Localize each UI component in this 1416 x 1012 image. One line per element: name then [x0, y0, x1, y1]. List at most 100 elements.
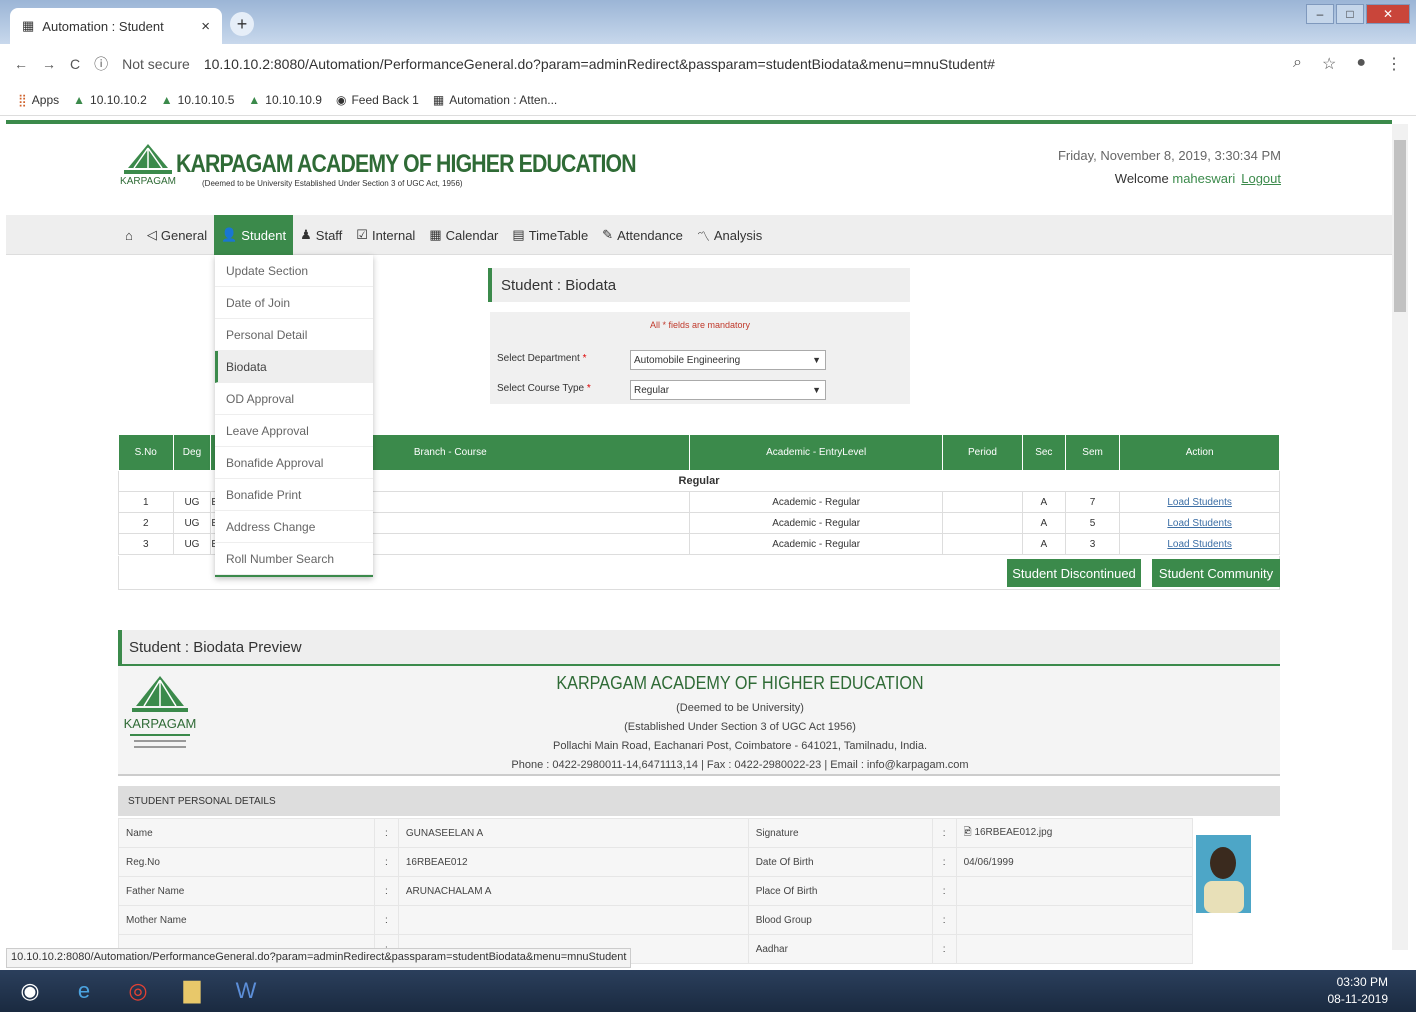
- security-label: Not secure: [122, 56, 190, 72]
- back-icon[interactable]: ←: [14, 56, 28, 72]
- bookmark-1[interactable]: ▲ 10.10.10.2: [73, 93, 147, 107]
- col-sec: Sec: [1021, 434, 1066, 471]
- logo-text: KARPAGAM: [120, 176, 176, 187]
- load-students-link[interactable]: Load Students: [1167, 539, 1232, 550]
- personal-details-heading: STUDENT PERSONAL DETAILS: [118, 786, 1280, 816]
- col-period: Period: [942, 434, 1023, 471]
- logout-link[interactable]: Logout: [1241, 171, 1281, 186]
- preview-org-name: KARPAGAM ACADEMY OF HIGHER EDUCATION: [556, 673, 924, 693]
- favicon-icon: ▦: [432, 92, 445, 107]
- org-header: KARPAGAM ACADEMY OF HIGHER EDUCATION (De…: [176, 150, 717, 188]
- explorer-icon[interactable]: ▇: [166, 972, 218, 1010]
- zoom-icon[interactable]: ⌕: [1293, 54, 1302, 74]
- table-row: Reg.No:16RBEAE012 Date Of Birth:04/06/199…: [118, 847, 1281, 877]
- site-icon: ▲: [248, 92, 261, 107]
- info-icon[interactable]: ⓘ: [94, 54, 108, 74]
- load-students-link[interactable]: Load Students: [1167, 518, 1232, 529]
- menu-item-address-change[interactable]: Address Change: [215, 511, 373, 543]
- table-row: Name: GUNASEELAN A Signature: 🖻 16RBEAE012.…: [118, 818, 1280, 935]
- org-subtitle: (Deemed to be University Established Und…: [202, 179, 463, 188]
- clipboard-icon: ☑: [356, 227, 368, 242]
- menu-item-od-approval[interactable]: OD Approval: [215, 383, 373, 415]
- student-dropdown-menu: Update Section Date of Join Personal Det…: [215, 255, 373, 577]
- nav-general[interactable]: ◁ General: [140, 215, 214, 255]
- bookmark-2[interactable]: ▲ 10.10.10.5: [161, 93, 235, 107]
- maximize-icon[interactable]: □: [1336, 4, 1364, 24]
- clock-date: 08-11-2019: [1327, 992, 1389, 1006]
- apps-grid-icon: ⣿: [18, 92, 27, 107]
- chrome-icon[interactable]: ◎: [112, 972, 164, 1010]
- tab-title: Automation : Student: [42, 18, 164, 34]
- preview-org-info: KARPAGAM ACADEMY OF HIGHER EDUCATION (De…: [420, 674, 1060, 775]
- nav-attendance[interactable]: ✎ Attendance: [595, 215, 690, 255]
- menu-item-leave-approval[interactable]: Leave Approval: [215, 415, 373, 447]
- new-tab-button[interactable]: +: [230, 12, 254, 36]
- minimize-icon[interactable]: –: [1306, 4, 1334, 24]
- close-tab-icon[interactable]: ×: [201, 18, 210, 35]
- bookmark-star-icon[interactable]: ☆: [1322, 54, 1336, 74]
- personal-details-table: Name: GUNASEELAN A Signature: 🖻 16RBEAE012.…: [118, 818, 1280, 964]
- table-icon: ▤: [512, 227, 525, 242]
- nav-timetable[interactable]: ▤ TimeTable: [505, 215, 595, 255]
- image-icon: 🖻: [963, 826, 975, 838]
- col-sem: Sem: [1064, 434, 1121, 471]
- calendar-icon: ▦: [429, 227, 442, 242]
- menu-item-biodata[interactable]: Biodata: [215, 351, 373, 383]
- close-window-icon[interactable]: ✕: [1366, 4, 1410, 24]
- send-icon: ◁: [146, 227, 157, 242]
- dept-label: Select Department *: [497, 353, 587, 364]
- menu-item-date-of-join[interactable]: Date of Join: [215, 287, 373, 319]
- course-type-select[interactable]: Regular ▼: [630, 380, 826, 400]
- bookmarks-bar: ⣿ Apps ▲ 10.10.10.2 ▲ 10.10.10.5 ▲ 10.10.10.…: [0, 84, 1416, 116]
- chevron-down-icon: ▼: [812, 385, 821, 395]
- bookmark-apps[interactable]: ⣿ Apps: [18, 93, 59, 107]
- menu-item-update-section[interactable]: Update Section: [215, 255, 373, 287]
- scrollbar-thumb[interactable]: [1394, 140, 1406, 312]
- word-icon[interactable]: W: [220, 972, 272, 1010]
- department-select[interactable]: Automobile Engineering ▼: [630, 350, 826, 370]
- window-controls: – □ ✕: [1306, 4, 1410, 24]
- col-deg: Deg: [172, 434, 212, 471]
- nav-internal[interactable]: ☑ Internal: [349, 215, 422, 255]
- karpagam-logo: KARPAGAM: [120, 144, 176, 187]
- clock-time: 03:30 PM: [1336, 975, 1388, 989]
- browser-tab[interactable]: ▦ Automation : Student ×: [10, 8, 222, 44]
- forward-icon[interactable]: →: [42, 56, 56, 72]
- staff-icon: ♟: [300, 227, 312, 242]
- student-discontinued-button[interactable]: Student Discontinued: [1007, 559, 1141, 587]
- status-url: 10.10.10.2:8080/Automation/PerformanceGe…: [6, 948, 632, 968]
- edit-icon: ✎: [602, 227, 614, 242]
- bookmark-4[interactable]: ◉ Feed Back 1: [336, 93, 419, 107]
- course-label: Select Course Type *: [497, 383, 591, 394]
- start-button-icon[interactable]: ◉: [4, 972, 56, 1010]
- favicon-icon: ▦: [22, 18, 35, 33]
- biodata-title: Student : Biodata: [488, 268, 910, 302]
- reload-icon[interactable]: C: [70, 56, 80, 72]
- preview-title: Student : Biodata Preview: [118, 630, 1280, 666]
- url-field[interactable]: 10.10.10.2:8080/Automation/PerformanceGe…: [204, 56, 995, 72]
- home-icon[interactable]: ⌂: [118, 215, 140, 255]
- menu-item-bonafide-print[interactable]: Bonafide Print: [215, 479, 373, 511]
- col-action: Action: [1119, 434, 1280, 471]
- nav-staff[interactable]: ♟ Staff: [293, 215, 349, 255]
- menu-item-personal-detail[interactable]: Personal Detail: [215, 319, 373, 351]
- site-icon: ▲: [73, 92, 86, 107]
- menu-icon[interactable]: ⋮: [1386, 54, 1402, 74]
- karpagam-logo: KARPAGAM: [124, 676, 196, 748]
- col-sno: S.No: [118, 434, 174, 471]
- table-row: Mother Name: Blood Group:: [118, 905, 1281, 935]
- nav-analysis[interactable]: 〽 Analysis: [690, 215, 769, 255]
- bookmark-3[interactable]: ▲ 10.10.10.9: [248, 93, 322, 107]
- student-community-button[interactable]: Student Community: [1152, 559, 1280, 587]
- menu-item-roll-number-search[interactable]: Roll Number Search: [215, 543, 373, 575]
- system-tray: 03:30 PM 08-11-2019: [1328, 974, 1389, 1008]
- nav-student[interactable]: 👤 Student: [214, 215, 294, 255]
- table-row: Father Name: ARUNACHALAM A Place Of Birth:: [118, 876, 1281, 906]
- menu-item-bonafide-approval[interactable]: Bonafide Approval: [215, 447, 373, 479]
- bookmark-5[interactable]: ▦ Automation : Atten...: [433, 93, 557, 107]
- student-photo: [1196, 835, 1251, 913]
- load-students-link[interactable]: Load Students: [1167, 497, 1232, 508]
- nav-calendar[interactable]: ▦ Calendar: [422, 215, 505, 255]
- profile-icon[interactable]: ●: [1356, 54, 1366, 74]
- ie-icon[interactable]: e: [58, 972, 110, 1010]
